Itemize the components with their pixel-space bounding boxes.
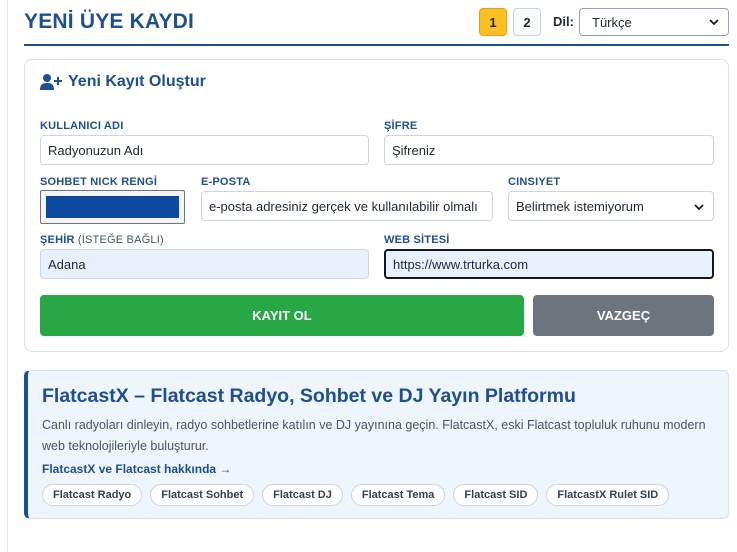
- city-input[interactable]: Adana: [40, 249, 369, 279]
- register-button[interactable]: KAYIT OL: [40, 295, 524, 336]
- language-select-value: Türkçe: [592, 14, 632, 30]
- tag-flatcast-sohbet[interactable]: Flatcast Sohbet: [150, 484, 255, 506]
- nick-color-picker[interactable]: [40, 190, 185, 224]
- password-input[interactable]: Şifreniz: [384, 135, 714, 165]
- page-header: YENİ ÜYE KAYDI 1 2 Dil: Türkçe: [24, 0, 729, 46]
- registration-form-card: Yeni Kayıt Oluştur KULLANICI ADI Radyonu…: [24, 59, 729, 352]
- username-input[interactable]: Radyonuzun Adı: [40, 135, 369, 165]
- platform-info-card: FlatcastX – Flatcast Radyo, Sohbet ve DJ…: [24, 370, 729, 519]
- tag-flatcast-sid[interactable]: Flatcast SID: [453, 484, 539, 506]
- info-title: FlatcastX – Flatcast Radyo, Sohbet ve DJ…: [42, 385, 576, 407]
- user-plus-icon: [40, 74, 62, 90]
- email-input[interactable]: e-posta adresiniz gerçek ve kullanılabil…: [201, 191, 493, 221]
- language-select[interactable]: Türkçe: [579, 8, 729, 36]
- city-optional-note: (İSTEĞE BAĞLI): [77, 234, 164, 246]
- page-2-button[interactable]: 2: [513, 8, 541, 36]
- website-label: WEB SİTESİ: [384, 234, 450, 246]
- gender-label: CINSIYET: [508, 176, 561, 188]
- language-label: Dil:: [553, 14, 574, 29]
- chevron-down-icon: [709, 19, 719, 26]
- tag-flatcast-radyo[interactable]: Flatcast Radyo: [42, 484, 143, 506]
- username-label: KULLANICI ADI: [40, 120, 124, 132]
- website-input[interactable]: https://www.trturka.com: [384, 249, 714, 279]
- city-label: ŞEHİR (İSTEĞE BAĞLI): [40, 234, 164, 246]
- cancel-button[interactable]: VAZGEÇ: [533, 295, 714, 336]
- gender-select[interactable]: Belirtmek istemiyorum: [508, 191, 714, 221]
- page-1-button[interactable]: 1: [479, 8, 507, 36]
- nick-color-swatch: [46, 196, 179, 218]
- password-label: ŞİFRE: [384, 120, 418, 132]
- email-label: E-POSTA: [201, 176, 251, 188]
- gender-select-value: Belirtmek istemiyorum: [516, 198, 644, 214]
- form-heading: Yeni Kayıt Oluştur: [40, 73, 206, 91]
- page-left-border: [7, 0, 8, 552]
- page-title: YENİ ÜYE KAYDI: [24, 10, 195, 33]
- nick-color-label: SOHBET NICK RENGİ: [40, 176, 158, 188]
- city-label-text: ŞEHİR: [40, 234, 75, 246]
- chevron-down-icon: [694, 204, 704, 211]
- form-heading-text: Yeni Kayıt Oluştur: [68, 73, 206, 90]
- tag-list: Flatcast Radyo Flatcast Sohbet Flatcast …: [42, 484, 670, 506]
- tag-flatcast-dj[interactable]: Flatcast DJ: [262, 484, 343, 506]
- about-link[interactable]: FlatcastX ve Flatcast hakkında →: [42, 462, 231, 476]
- tag-flatcastx-rulet-sid[interactable]: FlatcastX Rulet SID: [546, 484, 670, 506]
- tag-flatcast-tema[interactable]: Flatcast Tema: [350, 484, 446, 506]
- info-description: Canlı radyoları dinleyin, radyo sohbetle…: [42, 418, 706, 453]
